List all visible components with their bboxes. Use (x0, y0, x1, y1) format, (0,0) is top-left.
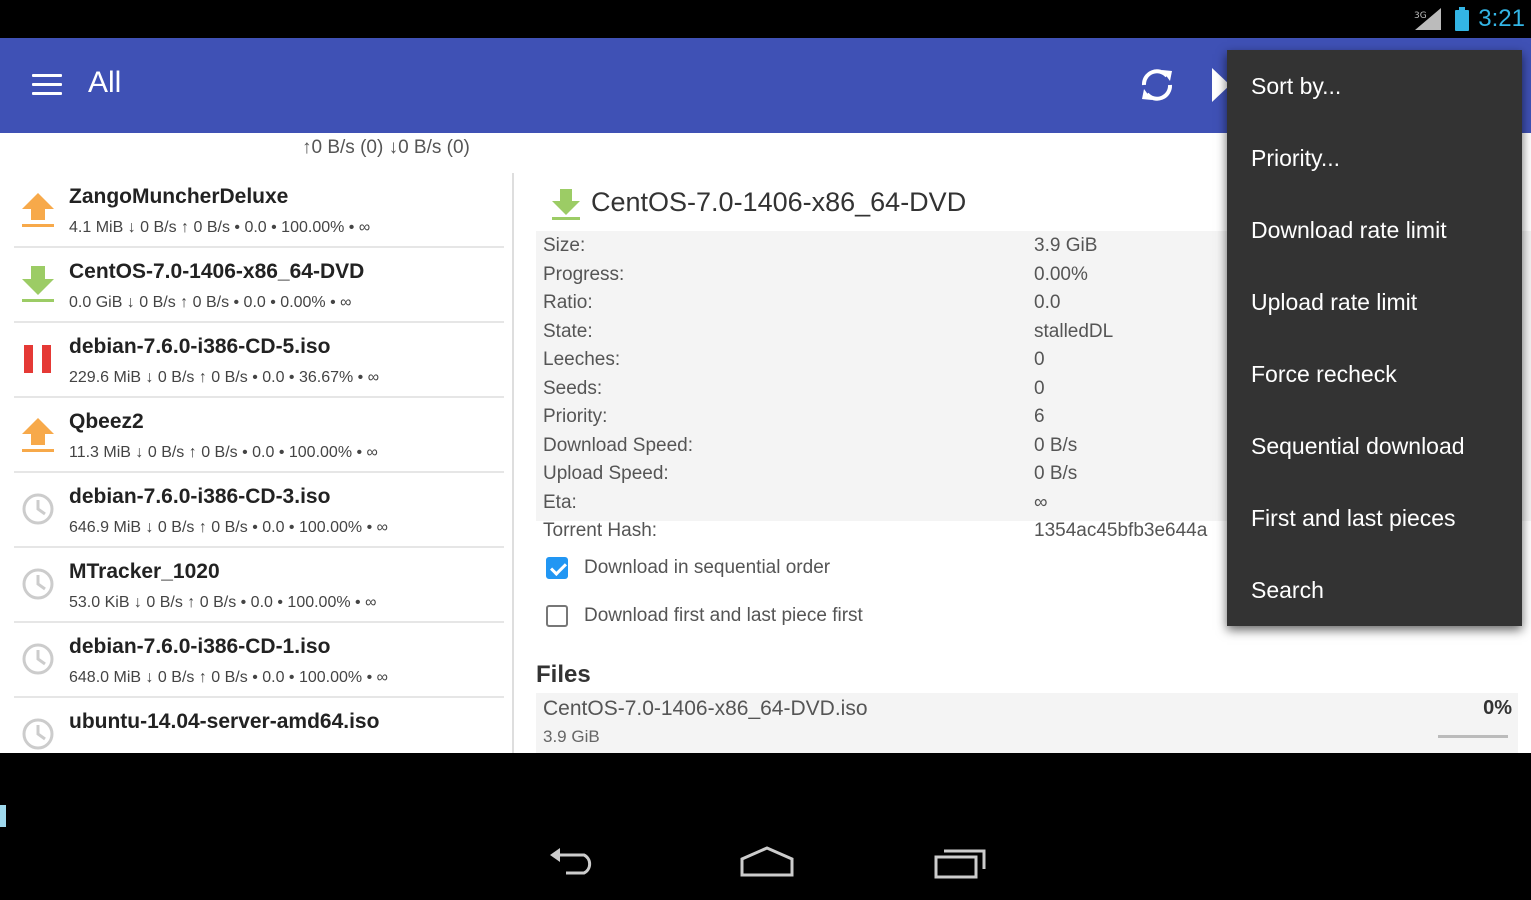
menu-item[interactable]: Sequential download (1227, 410, 1522, 482)
clock-icon (20, 489, 56, 529)
torrent-list-item[interactable]: debian-7.6.0-i386-CD-1.iso 648.0 MiB ↓ 0 … (14, 623, 504, 698)
torrent-name: ubuntu-14.04-server-amd64.iso (69, 710, 380, 733)
property-label: Size: (543, 235, 586, 256)
pause-icon (20, 339, 56, 379)
property-value: 0 (1034, 377, 1045, 399)
property-label: Upload Speed: (543, 463, 669, 484)
sequential-order-checkbox[interactable] (546, 557, 568, 579)
menu-item[interactable]: Download rate limit (1227, 194, 1522, 266)
torrent-name: ZangoMuncherDeluxe (69, 185, 289, 208)
torrent-list-item[interactable]: ubuntu-14.04-server-amd64.iso (14, 698, 504, 753)
torrent-stats: 648.0 MiB ↓ 0 B/s ↑ 0 B/s • 0.0 • 100.00… (69, 669, 389, 686)
menu-item[interactable]: First and last pieces (1227, 482, 1522, 554)
menu-item[interactable]: Upload rate limit (1227, 266, 1522, 338)
overflow-menu-popup: Sort by... Priority... Download rate limit… (1227, 50, 1522, 626)
property-label: Progress: (543, 263, 625, 285)
file-size: 3.9 GiB (543, 727, 600, 746)
refresh-icon[interactable] (1136, 64, 1178, 106)
torrent-name: CentOS-7.0-1406-x86_64-DVD (69, 260, 365, 283)
first-last-piece-checkbox[interactable] (546, 605, 568, 627)
torrent-list-item[interactable]: debian-7.6.0-i386-CD-5.iso 229.6 MiB ↓ 0 … (14, 323, 504, 398)
download-arrow-icon (20, 264, 56, 304)
edge-indicator (0, 805, 6, 827)
svg-text:3G: 3G (1414, 11, 1427, 21)
torrent-name: debian-7.6.0-i386-CD-5.iso (69, 335, 331, 358)
torrent-stats: 4.1 MiB ↓ 0 B/s ↑ 0 B/s • 0.0 • 100.00% … (69, 219, 371, 236)
clock-icon (20, 639, 56, 679)
hamburger-menu-icon[interactable] (32, 74, 62, 98)
toolbar-title[interactable]: All (88, 66, 121, 100)
clock: 3:21 (1478, 5, 1525, 32)
property-label: Priority: (543, 406, 608, 427)
torrent-stats: 229.6 MiB ↓ 0 B/s ↑ 0 B/s • 0.0 • 36.67%… (69, 369, 380, 386)
torrent-name: Qbeez2 (69, 410, 144, 433)
signal-icon: 3G (1414, 8, 1441, 30)
torrent-stats: 0.0 GiB ↓ 0 B/s ↑ 0 B/s • 0.0 • 0.00% • … (69, 294, 352, 311)
battery-icon (1455, 7, 1469, 31)
clock-icon (20, 564, 56, 604)
property-value: 0 (1034, 349, 1045, 370)
file-progress-bar (1438, 735, 1508, 738)
property-value: stalledDL (1034, 320, 1114, 342)
download-arrow-icon (552, 189, 580, 220)
menu-item[interactable]: Priority... (1227, 122, 1522, 194)
property-label: Torrent Hash: (543, 520, 658, 541)
property-label: Download Speed: (543, 434, 693, 456)
property-label: Eta: (543, 491, 577, 513)
files-header: Files (536, 661, 591, 688)
torrent-stats: 646.9 MiB ↓ 0 B/s ↑ 0 B/s • 0.0 • 100.00… (69, 519, 389, 536)
property-value: 3.9 GiB (1034, 235, 1098, 256)
torrent-list-item[interactable]: CentOS-7.0-1406-x86_64-DVD 0.0 GiB ↓ 0 B/… (14, 248, 504, 323)
torrent-list-item[interactable]: Qbeez2 11.3 MiB ↓ 0 B/s ↑ 0 B/s • 0.0 • 1… (14, 398, 504, 473)
file-percent: 0% (1483, 697, 1512, 719)
torrent-list-item[interactable]: MTracker_1020 53.0 KiB ↓ 0 B/s ↑ 0 B/s • … (14, 548, 504, 623)
torrent-list-item[interactable]: debian-7.6.0-i386-CD-3.iso 646.9 MiB ↓ 0 … (14, 473, 504, 548)
home-icon[interactable] (738, 845, 796, 879)
pane-divider (512, 173, 514, 753)
property-label: Leeches: (543, 349, 621, 370)
torrent-name: MTracker_1020 (69, 560, 220, 583)
detail-title: CentOS-7.0-1406-x86_64-DVD (591, 187, 967, 217)
torrent-list[interactable]: ZangoMuncherDeluxe 4.1 MiB ↓ 0 B/s ↑ 0 B/… (0, 173, 512, 753)
property-value: 0 B/s (1034, 434, 1078, 456)
property-label: State: (543, 320, 593, 342)
property-value: ∞ (1034, 491, 1048, 513)
upload-arrow-icon (20, 414, 56, 454)
recent-apps-icon[interactable] (932, 845, 988, 879)
property-label: Ratio: (543, 292, 593, 313)
torrent-name: debian-7.6.0-i386-CD-3.iso (69, 485, 331, 508)
menu-item[interactable]: Sort by... (1227, 50, 1522, 122)
upload-arrow-icon (20, 189, 56, 229)
menu-item[interactable]: Search (1227, 554, 1522, 626)
file-name: CentOS-7.0-1406-x86_64-DVD.iso (543, 697, 868, 720)
torrent-list-item[interactable]: ZangoMuncherDeluxe 4.1 MiB ↓ 0 B/s ↑ 0 B/… (14, 173, 504, 248)
global-speed-summary: ↑0 B/s (0) ↓0 B/s (0) (302, 137, 470, 158)
property-value: 0 B/s (1034, 463, 1078, 484)
sequential-order-label[interactable]: Download in sequential order (584, 557, 830, 579)
property-value: 0.00% (1034, 263, 1088, 285)
property-value: 6 (1034, 406, 1045, 427)
torrent-name: debian-7.6.0-i386-CD-1.iso (69, 635, 331, 658)
status-bar: 3G 3:21 (0, 0, 1531, 38)
back-icon[interactable] (548, 845, 602, 877)
property-value: 0.0 (1034, 292, 1061, 313)
file-row[interactable]: CentOS-7.0-1406-x86_64-DVD.iso 3.9 GiB 0… (536, 693, 1518, 753)
property-label: Seeds: (543, 377, 603, 399)
property-value: 1354ac45bfb3e644a (1034, 520, 1208, 541)
system-navigation-bar (0, 753, 1531, 900)
menu-item[interactable]: Force recheck (1227, 338, 1522, 410)
torrent-stats: 53.0 KiB ↓ 0 B/s ↑ 0 B/s • 0.0 • 100.00%… (69, 594, 377, 611)
first-last-piece-label[interactable]: Download first and last piece first (584, 605, 863, 627)
clock-icon (20, 714, 56, 753)
torrent-stats: 11.3 MiB ↓ 0 B/s ↑ 0 B/s • 0.0 • 100.00%… (69, 444, 378, 461)
